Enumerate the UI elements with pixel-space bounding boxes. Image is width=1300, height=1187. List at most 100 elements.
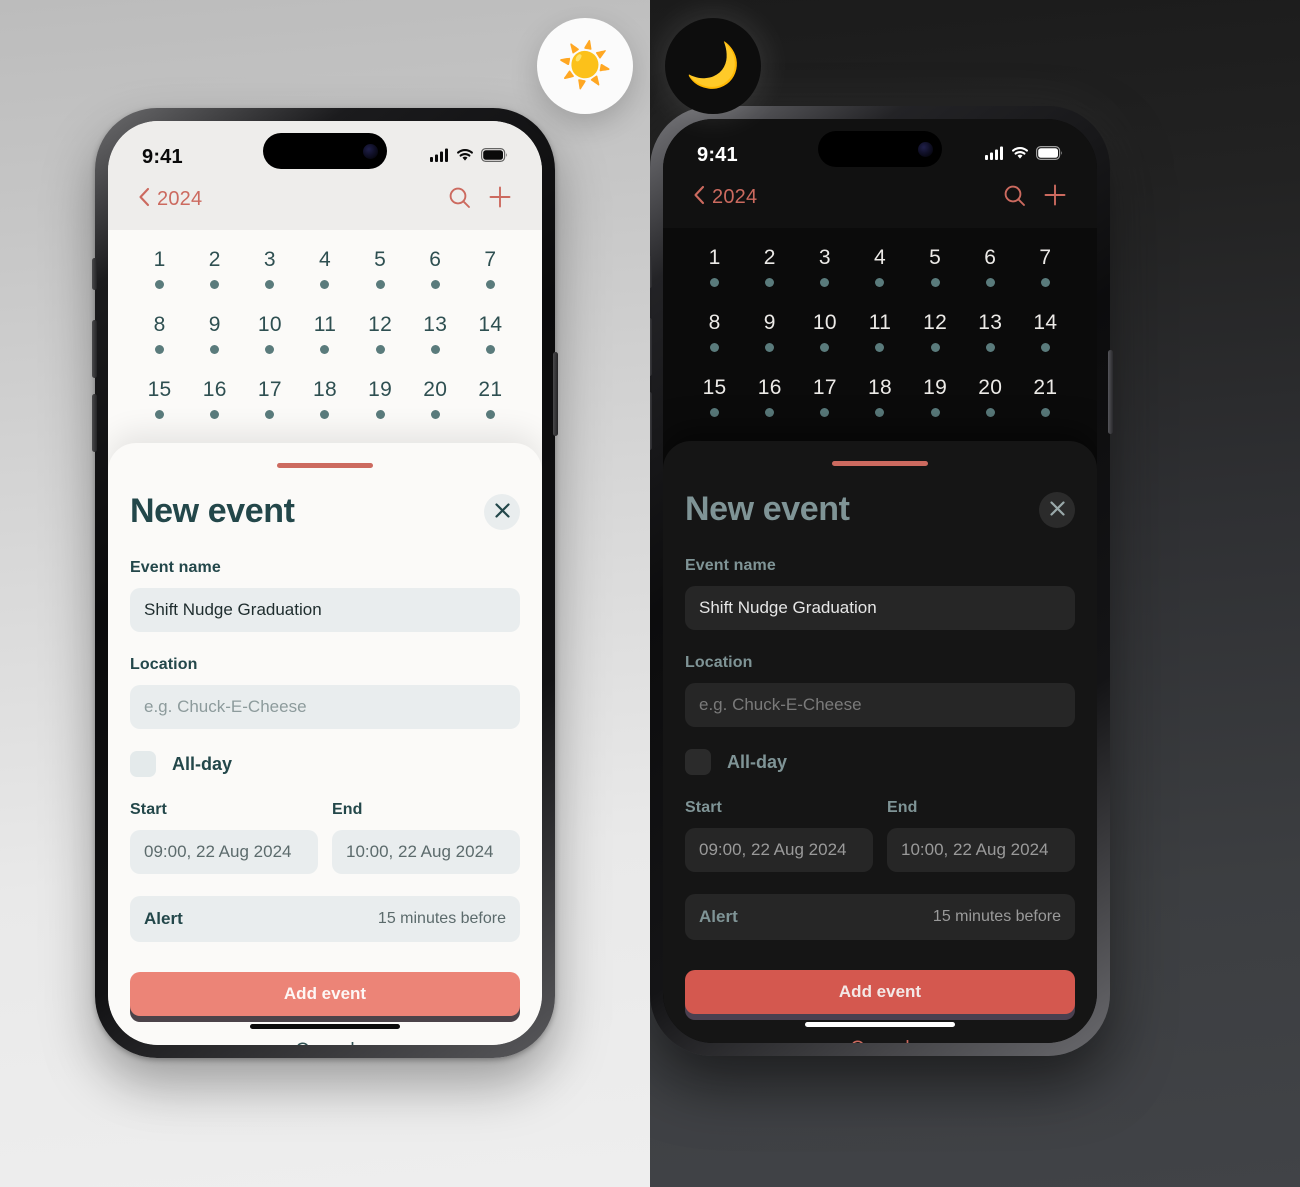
calendar-day[interactable]: 2 (187, 248, 242, 289)
home-indicator[interactable] (250, 1024, 400, 1029)
search-icon[interactable] (448, 186, 471, 214)
add-event-button[interactable]: Add event (130, 972, 520, 1016)
event-dot-icon (485, 345, 495, 354)
calendar-day[interactable]: 15 (132, 378, 187, 419)
calendar-day[interactable]: 3 (242, 248, 297, 289)
calendar-day[interactable]: 17 (797, 376, 852, 417)
start-label: Start (130, 801, 167, 818)
calendar-day[interactable]: 2 (742, 246, 797, 287)
event-dot-icon (485, 280, 495, 289)
event-dot-icon (265, 345, 275, 354)
calendar-day[interactable]: 6 (408, 248, 463, 289)
search-icon[interactable] (1003, 184, 1026, 212)
end-value[interactable]: 10:00, 22 Aug 2024 (332, 830, 520, 874)
alert-value: 15 minutes before (932, 908, 1061, 925)
alert-row[interactable]: Alert 15 minutes before (130, 896, 520, 942)
all-day-label: All-day (172, 753, 233, 774)
volume-down-button[interactable] (92, 394, 97, 452)
calendar-day[interactable]: 9 (742, 311, 797, 352)
calendar-day[interactable]: 19 (908, 376, 963, 417)
event-dot-icon (765, 343, 775, 352)
event-dot-icon (710, 408, 720, 417)
light-mode-badge[interactable]: ☀️ (537, 18, 633, 114)
location-input[interactable] (130, 685, 520, 729)
calendar-day[interactable]: 14 (1018, 311, 1073, 352)
power-button[interactable] (553, 352, 558, 436)
calendar-day[interactable]: 9 (187, 313, 242, 354)
event-dot-icon (320, 280, 330, 289)
calendar-day-number: 2 (208, 248, 221, 271)
calendar-day[interactable]: 12 (908, 311, 963, 352)
event-name-input[interactable] (130, 588, 520, 632)
calendar-day[interactable]: 4 (297, 248, 352, 289)
home-indicator[interactable] (805, 1022, 955, 1027)
calendar-day[interactable]: 14 (463, 313, 518, 354)
calendar-day[interactable]: 1 (687, 246, 742, 287)
calendar-day[interactable]: 13 (408, 313, 463, 354)
volume-up-button[interactable] (92, 320, 97, 378)
calendar-day[interactable]: 20 (963, 376, 1018, 417)
power-button[interactable] (1108, 350, 1113, 434)
calendar-day[interactable]: 10 (242, 313, 297, 354)
calendar-day[interactable]: 19 (353, 378, 408, 419)
close-button[interactable] (1039, 491, 1075, 528)
all-day-toggle-row[interactable]: All-day (130, 751, 520, 777)
location-input[interactable] (685, 683, 1075, 727)
event-dot-icon (210, 280, 220, 289)
calendar-day[interactable]: 20 (408, 378, 463, 419)
end-value[interactable]: 10:00, 22 Aug 2024 (887, 828, 1075, 872)
wifi-icon (456, 148, 474, 167)
calendar-day[interactable]: 16 (187, 378, 242, 419)
calendar-day[interactable]: 11 (852, 311, 907, 352)
event-dot-icon (985, 408, 995, 417)
calendar-day[interactable]: 10 (797, 311, 852, 352)
calendar-day[interactable]: 5 (353, 248, 408, 289)
start-value[interactable]: 09:00, 22 Aug 2024 (130, 830, 318, 874)
calendar-day[interactable]: 17 (242, 378, 297, 419)
calendar-day[interactable]: 21 (463, 378, 518, 419)
alert-row[interactable]: Alert 15 minutes before (685, 894, 1075, 940)
sheet-drag-handle[interactable] (277, 463, 373, 468)
calendar-day[interactable]: 8 (687, 311, 742, 352)
all-day-checkbox[interactable] (685, 749, 711, 775)
calendar-day[interactable]: 3 (797, 246, 852, 287)
calendar-day-number: 7 (484, 248, 497, 271)
calendar-day[interactable]: 15 (687, 376, 742, 417)
calendar-day[interactable]: 7 (1018, 246, 1073, 287)
calendar-day[interactable]: 16 (742, 376, 797, 417)
event-dot-icon (820, 278, 830, 287)
calendar-day[interactable]: 7 (463, 248, 518, 289)
plus-icon[interactable] (488, 185, 512, 214)
dark-mode-badge[interactable]: 🌙 (665, 18, 761, 114)
calendar-day[interactable]: 11 (297, 313, 352, 354)
new-event-sheet: New event Event name Location (663, 441, 1097, 1043)
back-to-year-button[interactable]: 2024 (138, 187, 202, 212)
calendar-day[interactable]: 21 (1018, 376, 1073, 417)
cancel-button[interactable]: Cancel (685, 1038, 1075, 1043)
calendar-day[interactable]: 18 (297, 378, 352, 419)
start-value[interactable]: 09:00, 22 Aug 2024 (685, 828, 873, 872)
calendar-day[interactable]: 1 (132, 248, 187, 289)
add-event-button[interactable]: Add event (685, 970, 1075, 1014)
all-day-checkbox[interactable] (130, 751, 156, 777)
back-to-year-button[interactable]: 2024 (693, 185, 757, 210)
calendar-day[interactable]: 18 (852, 376, 907, 417)
volume-up-button[interactable] (650, 318, 652, 376)
close-button[interactable] (484, 493, 520, 530)
calendar-day[interactable]: 6 (963, 246, 1018, 287)
sheet-drag-handle[interactable] (832, 461, 928, 466)
calendar-week-row: 8 9 10 11 12 13 14 (132, 313, 518, 354)
calendar-day[interactable]: 13 (963, 311, 1018, 352)
mute-switch[interactable] (650, 256, 652, 288)
plus-icon[interactable] (1043, 183, 1067, 212)
volume-down-button[interactable] (650, 392, 652, 450)
calendar-day[interactable]: 5 (908, 246, 963, 287)
calendar-day[interactable]: 8 (132, 313, 187, 354)
calendar-day[interactable]: 4 (852, 246, 907, 287)
dynamic-island (818, 131, 942, 167)
cancel-button[interactable]: Cancel (130, 1040, 520, 1045)
calendar-day[interactable]: 12 (353, 313, 408, 354)
all-day-toggle-row[interactable]: All-day (685, 749, 1075, 775)
mute-switch[interactable] (92, 258, 97, 290)
event-name-input[interactable] (685, 586, 1075, 630)
